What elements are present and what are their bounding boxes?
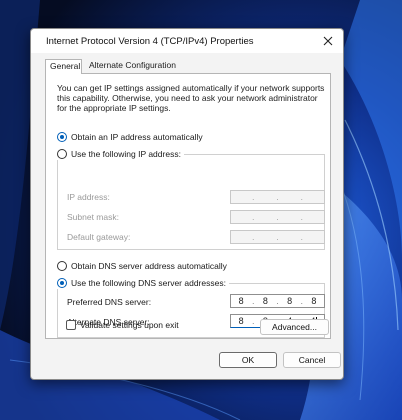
- subnet-mask-label: Subnet mask:: [67, 212, 119, 222]
- preferred-dns-octet-3: 8: [287, 296, 293, 306]
- dns-manual-radio[interactable]: [57, 278, 67, 288]
- ok-button[interactable]: OK: [219, 352, 277, 368]
- preferred-dns-label: Preferred DNS server:: [67, 297, 152, 307]
- ip-auto-label: Obtain an IP address automatically: [71, 132, 203, 142]
- subnet-mask-input[interactable]: ...: [230, 210, 325, 224]
- close-icon: [323, 36, 333, 46]
- info-text: You can get IP settings assigned automat…: [57, 83, 325, 113]
- ipv4-properties-dialog: Internet Protocol Version 4 (TCP/IPv4) P…: [30, 28, 344, 380]
- preferred-dns-octet-2: 8: [262, 296, 268, 306]
- validate-settings-label: Validate settings upon exit: [80, 320, 179, 330]
- ip-auto-radio[interactable]: [57, 132, 67, 142]
- ip-address-label: IP address:: [67, 192, 110, 202]
- ip-manual-radio[interactable]: [57, 149, 67, 159]
- dns-manual-option[interactable]: Use the following DNS server addresses:: [57, 277, 229, 289]
- dialog-titlebar[interactable]: Internet Protocol Version 4 (TCP/IPv4) P…: [31, 29, 343, 53]
- preferred-dns-octet-4: 8: [311, 296, 317, 306]
- dns-auto-option[interactable]: Obtain DNS server address automatically: [57, 260, 227, 272]
- preferred-dns-input[interactable]: 8. 8. 8. 8: [230, 294, 325, 308]
- cancel-button[interactable]: Cancel: [283, 352, 341, 368]
- close-button[interactable]: [319, 32, 337, 50]
- dns-auto-radio[interactable]: [57, 261, 67, 271]
- preferred-dns-octet-1: 8: [238, 296, 244, 306]
- ip-manual-option[interactable]: Use the following IP address:: [57, 148, 184, 160]
- dns-manual-label: Use the following DNS server addresses:: [71, 278, 226, 288]
- validate-settings-option[interactable]: Validate settings upon exit: [66, 320, 179, 330]
- validate-settings-checkbox[interactable]: [66, 320, 76, 330]
- alternate-dns-octet-1: 8: [238, 316, 244, 326]
- tab-alternate-configuration[interactable]: Alternate Configuration: [85, 59, 177, 73]
- default-gateway-label: Default gateway:: [67, 232, 131, 242]
- ip-auto-option[interactable]: Obtain an IP address automatically: [57, 131, 203, 143]
- ip-manual-label: Use the following IP address:: [71, 149, 181, 159]
- advanced-button[interactable]: Advanced...: [260, 319, 329, 335]
- general-tab-panel: You can get IP settings assigned automat…: [45, 73, 331, 339]
- default-gateway-input[interactable]: ...: [230, 230, 325, 244]
- dialog-title: Internet Protocol Version 4 (TCP/IPv4) P…: [46, 36, 254, 47]
- ip-address-input[interactable]: ...: [230, 190, 325, 204]
- dns-auto-label: Obtain DNS server address automatically: [71, 261, 227, 271]
- tab-general[interactable]: General: [45, 59, 82, 74]
